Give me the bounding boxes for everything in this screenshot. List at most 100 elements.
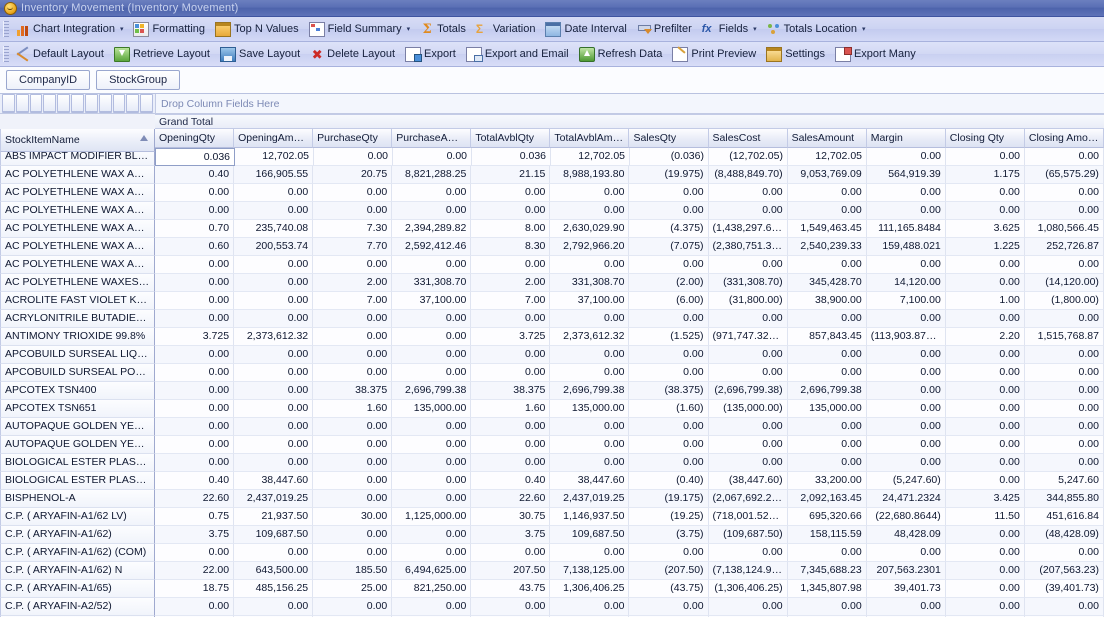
- cell-closing-amount[interactable]: 0.00: [1025, 148, 1104, 166]
- cell-salescost[interactable]: 0.00: [709, 310, 788, 328]
- cell-openingqty[interactable]: 22.00: [155, 562, 234, 580]
- cell-openingamount[interactable]: 0.00: [234, 184, 313, 202]
- cell-closing-qty[interactable]: 0.00: [946, 598, 1025, 616]
- cell-margin[interactable]: 0.00: [867, 256, 946, 274]
- filter-field-stockgroup[interactable]: StockGroup: [96, 70, 180, 90]
- cell-openingqty[interactable]: 0.00: [155, 346, 234, 364]
- cell-salesamount[interactable]: 0.00: [788, 364, 867, 382]
- toolbar-date-interval-button[interactable]: Date Interval: [541, 19, 632, 40]
- cell-closing-amount[interactable]: 1,515,768.87: [1025, 328, 1104, 346]
- cell-purchaseamount[interactable]: 0.00: [392, 202, 471, 220]
- toolbar-export-many-button[interactable]: Export Many: [831, 44, 922, 65]
- cell-purchaseamount[interactable]: 0.00: [392, 472, 471, 490]
- cell-purchaseamount[interactable]: 0.00: [393, 148, 472, 166]
- cell-openingamount[interactable]: 0.00: [234, 256, 313, 274]
- cell-closing-qty[interactable]: 1.00: [946, 292, 1025, 310]
- cell-totalavblqty[interactable]: 0.00: [471, 202, 550, 220]
- cell-openingqty[interactable]: 0.00: [155, 256, 234, 274]
- cell-openingamount[interactable]: 0.00: [234, 418, 313, 436]
- column-header-openingamount[interactable]: OpeningAmount: [234, 129, 313, 148]
- table-row[interactable]: C.P. ( ARYAFIN-A2/52)0.000.000.000.000.0…: [0, 598, 1104, 616]
- table-row[interactable]: C.P. ( ARYAFIN-A1/62) N22.00643,500.0018…: [0, 562, 1104, 580]
- cell-margin[interactable]: 0.00: [867, 418, 946, 436]
- toolbar-grip[interactable]: [3, 21, 9, 37]
- cell-purchaseamount[interactable]: 0.00: [392, 598, 471, 616]
- cell-openingamount[interactable]: 12,702.05: [235, 148, 314, 166]
- cell-purchaseqty[interactable]: 0.00: [313, 436, 392, 454]
- column-header-totalavblqty[interactable]: TotalAvblQty: [471, 129, 550, 148]
- cell-purchaseamount[interactable]: 0.00: [392, 328, 471, 346]
- row-header-cell[interactable]: AC POLYETHLENE WAX AC - 617A: [0, 220, 155, 238]
- table-row[interactable]: BIOLOGICAL ESTER PLASTICIZER ... 0.000.00…: [0, 454, 1104, 472]
- cell-purchaseqty[interactable]: 20.75: [313, 166, 392, 184]
- table-row[interactable]: C.P. ( ARYAFIN-A1/65)18.75485,156.2525.0…: [0, 580, 1104, 598]
- cell-purchaseqty[interactable]: 0.00: [313, 364, 392, 382]
- cell-closing-amount[interactable]: (1,800.00): [1025, 292, 1104, 310]
- chevron-down-icon[interactable]: ▾: [120, 25, 124, 33]
- empty-field-slot[interactable]: [16, 94, 29, 113]
- row-header-cell[interactable]: ACRYLONITRILE BUTADIENE RUB...: [0, 310, 155, 328]
- cell-purchaseamount[interactable]: 0.00: [392, 490, 471, 508]
- toolbar-totals-button[interactable]: ΣTotals: [416, 20, 472, 39]
- cell-purchaseamount[interactable]: 8,821,288.25: [392, 166, 471, 184]
- cell-totalavblamount[interactable]: 2,630,029.90: [550, 220, 629, 238]
- cell-closing-amount[interactable]: 0.00: [1025, 364, 1104, 382]
- cell-closing-qty[interactable]: 0.00: [946, 418, 1025, 436]
- empty-field-slot[interactable]: [85, 94, 98, 113]
- cell-purchaseqty[interactable]: 30.00: [313, 508, 392, 526]
- cell-openingamount[interactable]: 0.00: [234, 292, 313, 310]
- cell-salesqty[interactable]: (4.375): [629, 220, 708, 238]
- cell-purchaseqty[interactable]: 38.375: [313, 382, 392, 400]
- table-row[interactable]: APCOTEX TSN4000.000.0038.3752,696,799.38…: [0, 382, 1104, 400]
- row-header-cell[interactable]: AC POLYETHLENE WAX AC - 616A: [0, 202, 155, 220]
- cell-salesqty[interactable]: 0.00: [629, 184, 708, 202]
- cell-purchaseamount[interactable]: 0.00: [392, 364, 471, 382]
- cell-purchaseqty[interactable]: 0.00: [313, 490, 392, 508]
- toolbar-print-preview-button[interactable]: Print Preview: [668, 44, 762, 65]
- cell-salescost[interactable]: (2,067,692.2176): [709, 490, 788, 508]
- cell-closing-amount[interactable]: (39,401.73): [1025, 580, 1104, 598]
- cell-salescost[interactable]: (135,000.00): [709, 400, 788, 418]
- cell-openingamount[interactable]: 109,687.50: [234, 526, 313, 544]
- cell-salescost[interactable]: 0.00: [709, 364, 788, 382]
- empty-field-slot[interactable]: [113, 94, 126, 113]
- cell-openingqty[interactable]: 0.00: [155, 184, 234, 202]
- cell-totalavblqty[interactable]: 0.036: [472, 148, 551, 166]
- cell-closing-qty[interactable]: 0.00: [946, 580, 1025, 598]
- cell-salesqty[interactable]: (6.00): [629, 292, 708, 310]
- cell-margin[interactable]: 0.00: [867, 436, 946, 454]
- cell-salesamount[interactable]: 0.00: [788, 436, 867, 454]
- cell-closing-qty[interactable]: 1.175: [946, 166, 1025, 184]
- cell-totalavblamount[interactable]: 2,373,612.32: [550, 328, 629, 346]
- cell-totalavblqty[interactable]: 43.75: [471, 580, 550, 598]
- cell-salesamount[interactable]: 857,843.45: [788, 328, 867, 346]
- cell-closing-qty[interactable]: 0.00: [946, 346, 1025, 364]
- cell-openingqty[interactable]: 0.00: [155, 436, 234, 454]
- cell-totalavblamount[interactable]: 0.00: [550, 436, 629, 454]
- row-header-cell[interactable]: C.P. ( ARYAFIN-A2/52): [0, 598, 155, 616]
- cell-purchaseqty[interactable]: 0.00: [313, 184, 392, 202]
- cell-salesamount[interactable]: 0.00: [788, 256, 867, 274]
- cell-totalavblamount[interactable]: 331,308.70: [550, 274, 629, 292]
- cell-totalavblqty[interactable]: 3.725: [471, 328, 550, 346]
- toolbar-settings-button[interactable]: Settings: [762, 44, 831, 65]
- row-header-cell[interactable]: BIOLOGICAL ESTER PLASTICIZER ...: [0, 454, 155, 472]
- cell-openingqty[interactable]: 3.75: [155, 526, 234, 544]
- cell-salescost[interactable]: (31,800.00): [709, 292, 788, 310]
- cell-salesqty[interactable]: 0.00: [629, 454, 708, 472]
- cell-totalavblamount[interactable]: 0.00: [550, 346, 629, 364]
- cell-closing-amount[interactable]: 344,855.80: [1025, 490, 1104, 508]
- cell-salescost[interactable]: 0.00: [709, 202, 788, 220]
- cell-salesqty[interactable]: (19.975): [629, 166, 708, 184]
- cell-totalavblqty[interactable]: 0.00: [471, 598, 550, 616]
- cell-salesqty[interactable]: (0.036): [630, 148, 709, 166]
- cell-purchaseamount[interactable]: 0.00: [392, 184, 471, 202]
- cell-totalavblqty[interactable]: 0.00: [471, 418, 550, 436]
- cell-closing-amount[interactable]: 0.00: [1025, 598, 1104, 616]
- cell-salesqty[interactable]: 0.00: [629, 544, 708, 562]
- cell-margin[interactable]: 0.00: [867, 184, 946, 202]
- cell-openingamount[interactable]: 0.00: [234, 400, 313, 418]
- cell-closing-amount[interactable]: (14,120.00): [1025, 274, 1104, 292]
- cell-purchaseamount[interactable]: 135,000.00: [392, 400, 471, 418]
- cell-salescost[interactable]: 0.00: [709, 454, 788, 472]
